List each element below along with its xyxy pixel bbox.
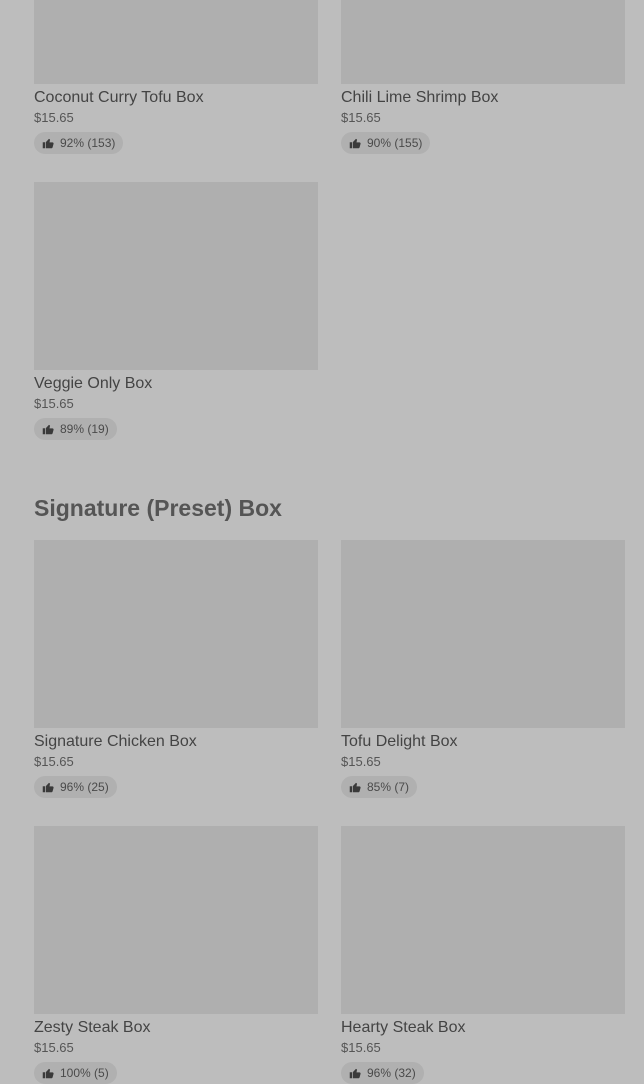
product-name[interactable]: Zesty Steak Box: [34, 1018, 318, 1038]
thumbs-up-icon: [349, 1068, 361, 1079]
rating-badge: 85% (7): [341, 776, 418, 798]
product-card[interactable]: Tofu Delight Box $15.65 85% (7): [341, 540, 625, 798]
product-image[interactable]: [34, 182, 318, 370]
product-image[interactable]: [34, 540, 318, 728]
product-name[interactable]: Chili Lime Shrimp Box: [341, 88, 625, 108]
product-price: $15.65: [34, 1040, 74, 1055]
product-image[interactable]: [34, 826, 318, 1014]
rating-text: 89% (19): [60, 422, 109, 436]
rating-badge: 89% (19): [34, 418, 117, 440]
product-name[interactable]: Coconut Curry Tofu Box: [34, 88, 318, 108]
product-name[interactable]: Tofu Delight Box: [341, 732, 625, 752]
thumbs-up-icon: [349, 138, 361, 149]
product-card[interactable]: Coconut Curry Tofu Box $15.65 92% (153): [34, 0, 318, 154]
rating-text: 92% (153): [60, 136, 116, 150]
thumbs-up-icon: [42, 1068, 54, 1079]
product-card[interactable]: Chili Lime Shrimp Box $15.65 90% (155): [341, 0, 625, 154]
thumbs-up-icon: [42, 424, 54, 435]
product-name[interactable]: Veggie Only Box: [34, 374, 318, 394]
rating-badge: 90% (155): [341, 132, 431, 154]
thumbs-up-icon: [349, 782, 361, 793]
rating-badge: 92% (153): [34, 132, 124, 154]
product-price: $15.65: [34, 754, 74, 769]
product-card[interactable]: Veggie Only Box $15.65 89% (19): [34, 182, 318, 440]
product-image[interactable]: [341, 540, 625, 728]
product-price: $15.65: [34, 110, 74, 125]
product-card[interactable]: Hearty Steak Box $15.65 96% (32): [341, 826, 625, 1084]
product-image[interactable]: [34, 0, 318, 84]
rating-text: 96% (32): [367, 1066, 416, 1080]
product-card[interactable]: Signature Chicken Box $15.65 96% (25): [34, 540, 318, 798]
rating-text: 100% (5): [60, 1066, 109, 1080]
product-image[interactable]: [341, 826, 625, 1014]
product-price: $15.65: [34, 396, 74, 411]
rating-badge: 100% (5): [34, 1062, 117, 1084]
rating-text: 85% (7): [367, 780, 410, 794]
rating-badge: 96% (32): [341, 1062, 424, 1084]
product-price: $15.65: [341, 1040, 381, 1055]
product-name[interactable]: Hearty Steak Box: [341, 1018, 625, 1038]
product-card[interactable]: Zesty Steak Box $15.65 100% (5): [34, 826, 318, 1084]
thumbs-up-icon: [42, 782, 54, 793]
rating-text: 90% (155): [367, 136, 423, 150]
product-price: $15.65: [341, 754, 381, 769]
section-title: Signature (Preset) Box: [34, 495, 282, 521]
rating-text: 96% (25): [60, 780, 109, 794]
product-price: $15.65: [341, 110, 381, 125]
thumbs-up-icon: [42, 138, 54, 149]
rating-badge: 96% (25): [34, 776, 117, 798]
product-name[interactable]: Signature Chicken Box: [34, 732, 318, 752]
product-image[interactable]: [341, 0, 625, 84]
